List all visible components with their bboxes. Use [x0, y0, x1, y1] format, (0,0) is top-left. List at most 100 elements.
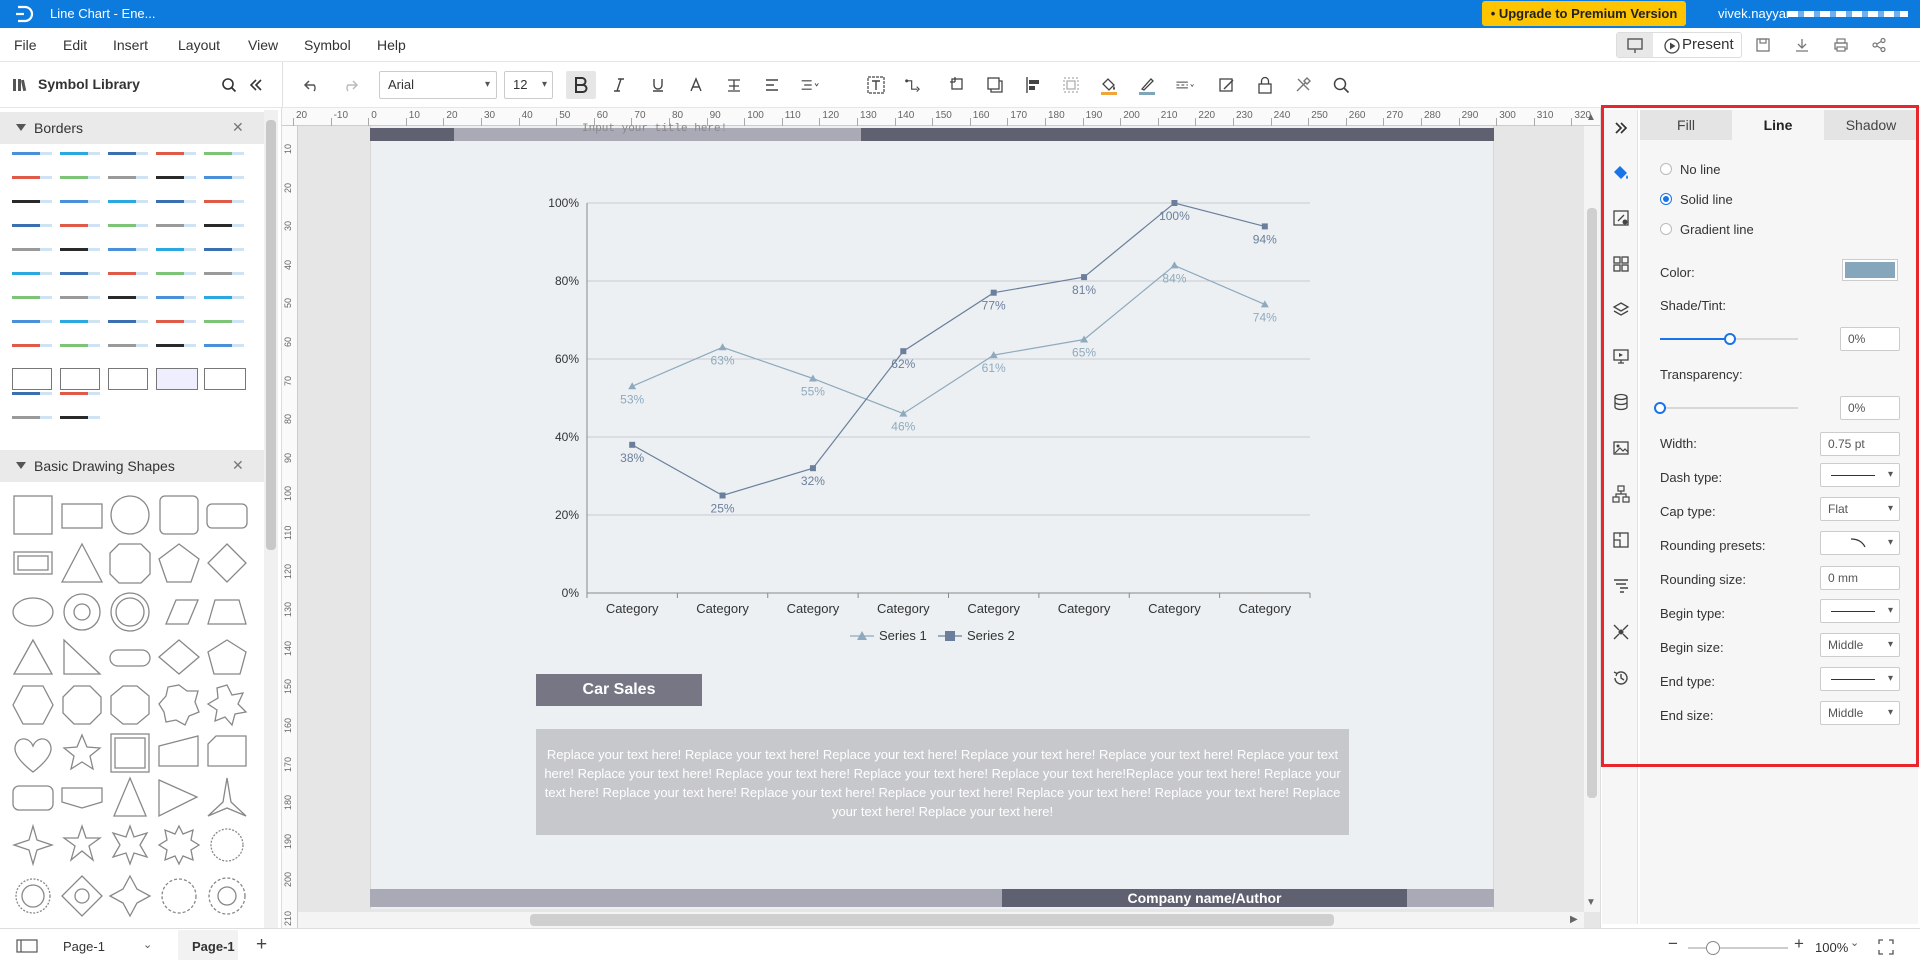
scroll-right-icon[interactable]: ▶: [1570, 914, 1578, 925]
solid-line-radio[interactable]: [1660, 193, 1672, 205]
border-style-item[interactable]: [12, 200, 52, 203]
border-style-item[interactable]: [108, 272, 148, 275]
border-style-item[interactable]: [108, 296, 148, 299]
end-size-select[interactable]: Middle ▾: [1820, 701, 1900, 725]
share-icon[interactable]: [1869, 35, 1889, 55]
data-point-marker[interactable]: [1260, 300, 1269, 308]
left-panel-scroll-thumb[interactable]: [266, 120, 276, 550]
close-icon[interactable]: ✕: [232, 457, 244, 474]
pentagon-shape[interactable]: [158, 543, 200, 583]
page-tab-label[interactable]: Page-1: [192, 939, 235, 954]
shade-input[interactable]: 0%: [1840, 327, 1900, 351]
pentagon-banner-shape[interactable]: [61, 787, 103, 809]
scroll-down-icon[interactable]: ▼: [1586, 897, 1596, 908]
undo-icon[interactable]: [302, 75, 322, 95]
border-style-item[interactable]: [60, 248, 100, 251]
border-style-item[interactable]: [12, 296, 52, 299]
no-line-radio[interactable]: [1660, 163, 1672, 175]
border-style-item[interactable]: [204, 200, 244, 203]
border-style-item[interactable]: [156, 248, 196, 251]
print-icon[interactable]: [1831, 35, 1851, 55]
five-point-star-shape[interactable]: [62, 823, 102, 862]
border-style-item[interactable]: [60, 368, 100, 390]
italic-icon[interactable]: [609, 75, 629, 95]
edit-shape-icon[interactable]: [1217, 75, 1237, 95]
fill-color-icon[interactable]: [1099, 75, 1119, 95]
transparency-input[interactable]: 0%: [1840, 396, 1900, 420]
line-style-icon[interactable]: [1175, 75, 1195, 95]
company-author-label[interactable]: Company name/Author: [1002, 889, 1407, 907]
manual-input-shape[interactable]: [158, 735, 199, 767]
style-icon[interactable]: [1610, 207, 1632, 229]
collapse-panel-icon[interactable]: [246, 75, 266, 95]
car-sales-heading[interactable]: Car Sales: [536, 674, 702, 706]
rounded-rectangle-shape[interactable]: [206, 503, 248, 529]
user-name[interactable]: vivek.nayyar: [1718, 6, 1790, 21]
font-size-select[interactable]: 12 ▾: [504, 71, 553, 99]
line-color-icon[interactable]: [1137, 75, 1157, 95]
seal-shape[interactable]: [210, 828, 244, 862]
border-style-item[interactable]: [60, 152, 100, 155]
ellipse-shape[interactable]: [12, 597, 54, 627]
border-style-item[interactable]: [204, 224, 244, 227]
line-spacing-icon[interactable]: [800, 75, 820, 95]
triangle-shape[interactable]: [60, 542, 104, 583]
layers-icon[interactable]: [1610, 299, 1632, 321]
data-point-marker[interactable]: [718, 343, 727, 351]
zoom-level[interactable]: 100%: [1815, 940, 1848, 955]
gantt-icon[interactable]: [1610, 575, 1632, 597]
lock-icon[interactable]: [1255, 75, 1275, 95]
align-icon[interactable]: [762, 75, 782, 95]
menu-layout[interactable]: Layout: [178, 37, 220, 53]
zoom-slider-handle[interactable]: [1706, 941, 1720, 955]
rounded-square-shape[interactable]: [159, 495, 199, 535]
zoom-out-icon[interactable]: −: [1668, 934, 1678, 954]
text-box-icon[interactable]: [866, 75, 886, 95]
border-style-item[interactable]: [108, 200, 148, 203]
tab-fill[interactable]: Fill: [1640, 110, 1732, 140]
close-icon[interactable]: ✕: [232, 119, 244, 136]
border-style-item[interactable]: [156, 200, 196, 203]
zoom-slider-track[interactable]: [1688, 947, 1788, 949]
border-style-item[interactable]: [60, 272, 100, 275]
data-point-marker[interactable]: [1261, 223, 1268, 230]
chevron-down-icon[interactable]: ⌄: [1850, 936, 1859, 949]
slideshow-icon[interactable]: [1610, 345, 1632, 367]
decagon-shape[interactable]: [110, 685, 150, 725]
trapezoid-shape[interactable]: [207, 599, 247, 625]
three-point-star-shape[interactable]: [207, 777, 247, 817]
solid-line-label[interactable]: Solid line: [1680, 192, 1733, 207]
border-style-item[interactable]: [204, 176, 244, 179]
gradient-line-label[interactable]: Gradient line: [1680, 222, 1754, 237]
star-burst-shape[interactable]: [206, 684, 248, 727]
tall-triangle-shape[interactable]: [113, 776, 147, 817]
data-point-marker[interactable]: [1171, 200, 1178, 206]
border-style-item[interactable]: [12, 320, 52, 323]
series-line[interactable]: [631, 264, 1266, 415]
basic-shapes-section-header[interactable]: Basic Drawing Shapes ✕: [0, 450, 264, 482]
group-icon[interactable]: [1061, 75, 1081, 95]
canvas-horizontal-scroll-thumb[interactable]: [530, 914, 1334, 926]
border-style-item[interactable]: [204, 368, 246, 390]
border-style-item[interactable]: [156, 176, 196, 179]
mind-map-icon[interactable]: [1610, 621, 1632, 643]
line-color-swatch[interactable]: [1842, 259, 1898, 281]
rhombus-shape[interactable]: [157, 639, 201, 675]
border-style-item[interactable]: [12, 152, 52, 155]
no-line-label[interactable]: No line: [1680, 162, 1720, 177]
page-select[interactable]: Page-1 ⌄: [63, 939, 155, 954]
border-style-item[interactable]: [108, 368, 148, 390]
transparency-slider-track[interactable]: [1660, 407, 1798, 409]
data-icon[interactable]: [1610, 391, 1632, 413]
border-style-item[interactable]: [12, 416, 52, 419]
border-style-item[interactable]: [156, 272, 196, 275]
border-style-item[interactable]: [204, 272, 244, 275]
bold-button[interactable]: [566, 71, 596, 99]
square-shape[interactable]: [13, 495, 53, 535]
border-style-item[interactable]: [204, 296, 244, 299]
border-style-item[interactable]: [108, 344, 148, 347]
border-style-item[interactable]: [60, 200, 100, 203]
width-input[interactable]: 0.75 pt: [1820, 432, 1900, 456]
upgrade-button[interactable]: • Upgrade to Premium Version: [1482, 1, 1686, 26]
align-objects-icon[interactable]: [1023, 75, 1043, 95]
